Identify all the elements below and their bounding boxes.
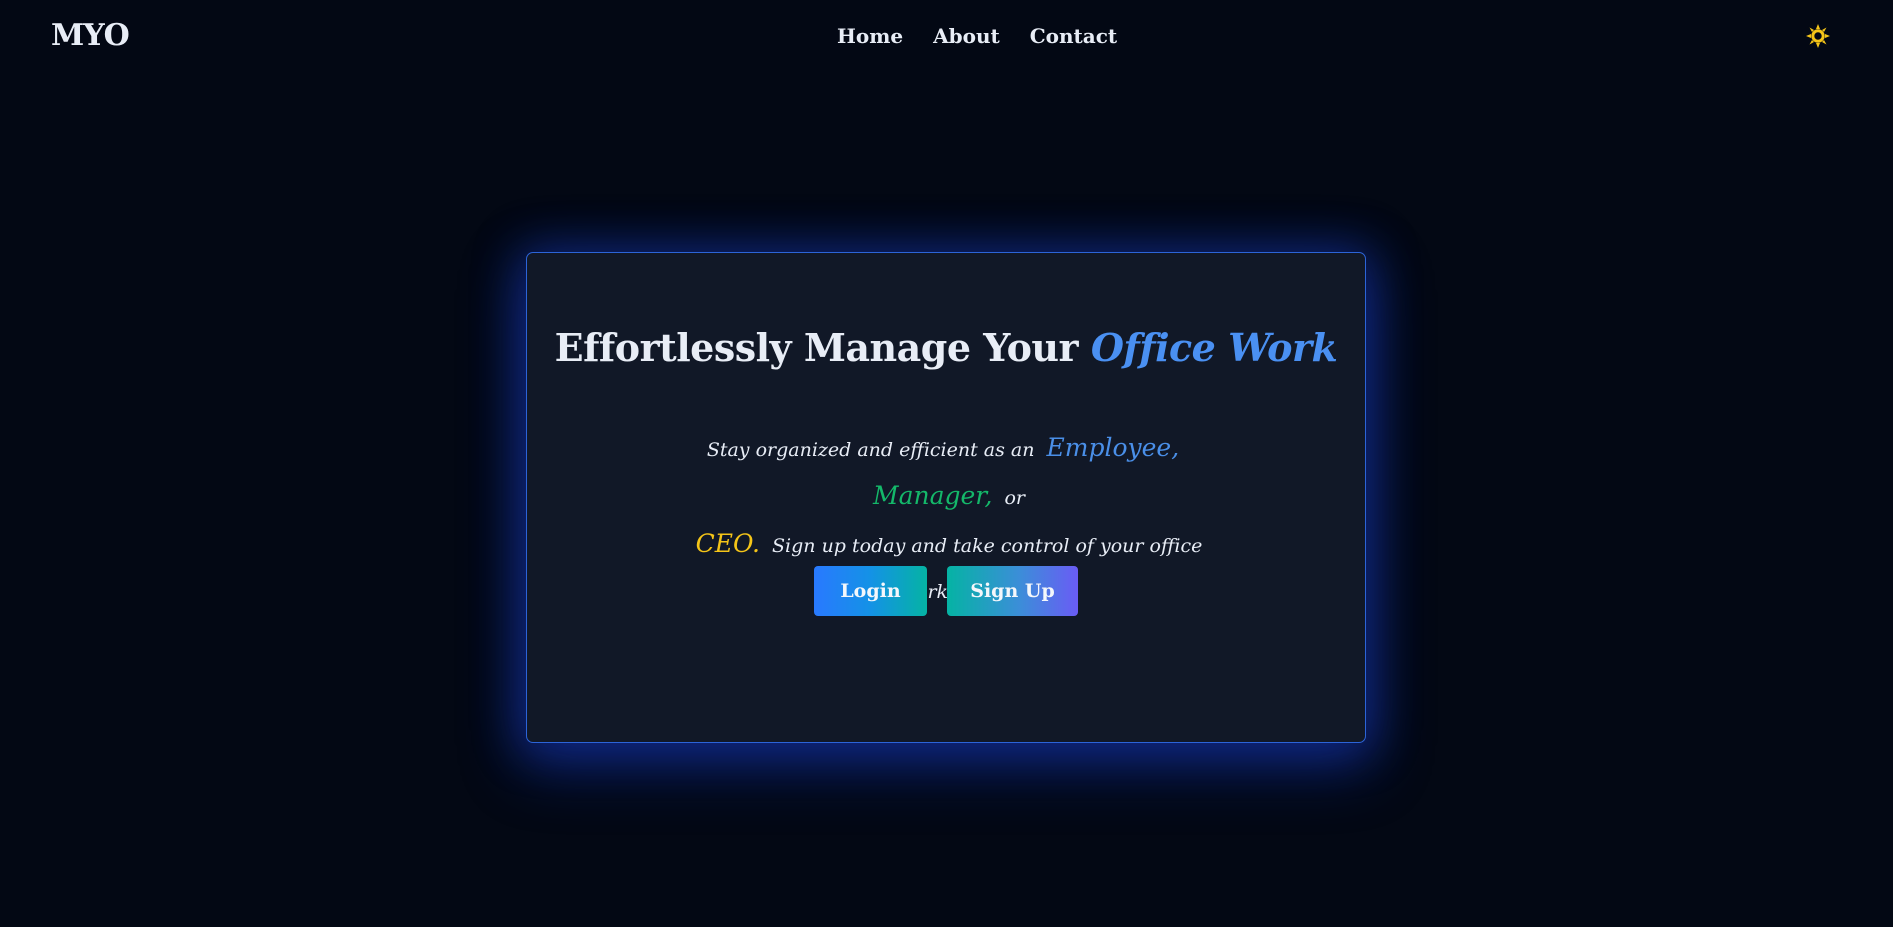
nav-link-contact[interactable]: Contact bbox=[1030, 24, 1117, 48]
role-employee: Employee, bbox=[1046, 433, 1180, 462]
role-ceo: CEO. bbox=[695, 529, 760, 558]
navbar: MYO Home About Contact bbox=[0, 0, 1893, 76]
nav-links: Home About Contact bbox=[837, 24, 1117, 48]
hero-card: Effortlessly Manage Your Office Work Sta… bbox=[526, 252, 1366, 743]
hero-headline: Effortlessly Manage Your Office Work bbox=[527, 325, 1365, 370]
hero-buttons: Login Sign Up bbox=[814, 566, 1078, 616]
headline-prefix: Effortlessly Manage Your bbox=[554, 325, 1079, 370]
subtext-or: or bbox=[1004, 487, 1026, 509]
nav-link-about[interactable]: About bbox=[933, 24, 1000, 48]
theme-toggle-button[interactable] bbox=[1804, 22, 1832, 50]
login-button[interactable]: Login bbox=[814, 566, 927, 616]
headline-accent: Office Work bbox=[1090, 325, 1338, 370]
sun-icon bbox=[1806, 24, 1830, 48]
role-manager: Manager, bbox=[872, 481, 993, 510]
logo[interactable]: MYO bbox=[51, 18, 130, 53]
nav-link-home[interactable]: Home bbox=[837, 24, 903, 48]
signup-button[interactable]: Sign Up bbox=[947, 566, 1078, 616]
subtext-intro: Stay organized and efficient as an bbox=[706, 439, 1035, 461]
